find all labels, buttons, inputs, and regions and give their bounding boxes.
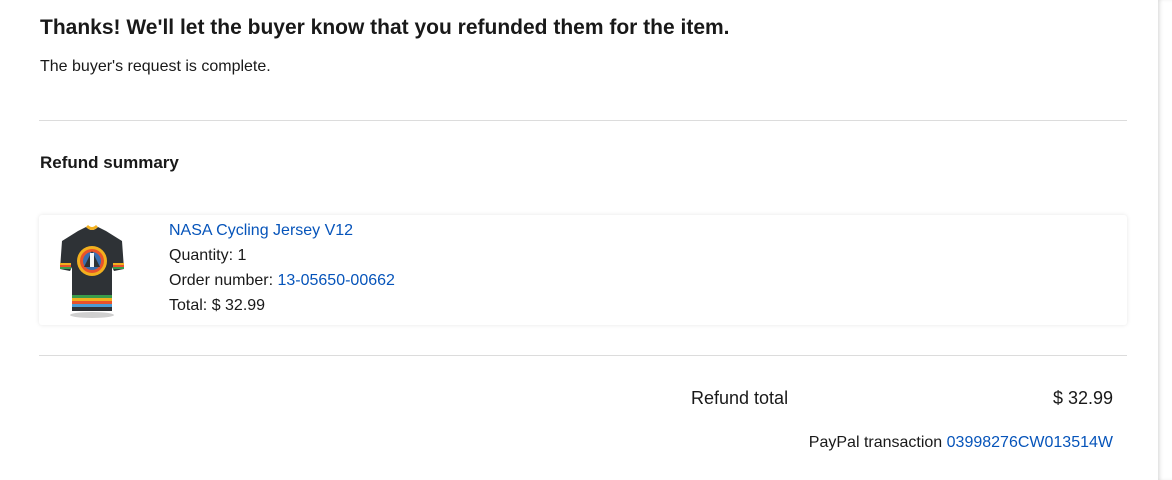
divider-top bbox=[39, 120, 1127, 121]
paypal-transaction-row: PayPal transaction 03998276CW013514W bbox=[809, 432, 1113, 454]
confirmation-subline: The buyer's request is complete. bbox=[40, 58, 271, 75]
quantity-value: 1 bbox=[237, 247, 247, 264]
refund-confirmation-page: Thanks! We'll let the buyer know that yo… bbox=[0, 0, 1158, 480]
refund-total-amount: $ 32.99 bbox=[1052, 388, 1113, 408]
total-value: $ 32.99 bbox=[211, 297, 266, 314]
item-details: NASA Cycling Jersey V12 Quantity: 1 Orde… bbox=[169, 218, 395, 318]
confirmation-headline: Thanks! We'll let the buyer know that yo… bbox=[40, 16, 730, 39]
order-number-link[interactable]: 13-05650-00662 bbox=[277, 272, 394, 289]
paypal-transaction-label: PayPal transaction bbox=[808, 434, 947, 451]
order-number-label: Order number: bbox=[169, 272, 278, 289]
total-label: Total: bbox=[169, 297, 212, 314]
scrollbar-edge[interactable] bbox=[1158, 0, 1172, 480]
divider-bottom bbox=[39, 355, 1127, 356]
quantity-label: Quantity: bbox=[169, 247, 238, 264]
jersey-illustration bbox=[60, 225, 124, 318]
refund-summary-title: Refund summary bbox=[40, 153, 179, 172]
refund-item-card: NASA Cycling Jersey V12 Quantity: 1 Orde… bbox=[39, 215, 1127, 325]
paypal-transaction-link[interactable]: 03998276CW013514W bbox=[947, 434, 1113, 451]
item-order-number: Order number: 13-05650-00662 bbox=[169, 268, 395, 293]
jersey-image[interactable] bbox=[48, 221, 138, 319]
item-quantity: Quantity: 1 bbox=[169, 243, 395, 268]
item-title-link[interactable]: NASA Cycling Jersey V12 bbox=[169, 218, 395, 243]
item-total: Total: $ 32.99 bbox=[169, 293, 395, 318]
refund-total-label: Refund total bbox=[691, 388, 789, 408]
